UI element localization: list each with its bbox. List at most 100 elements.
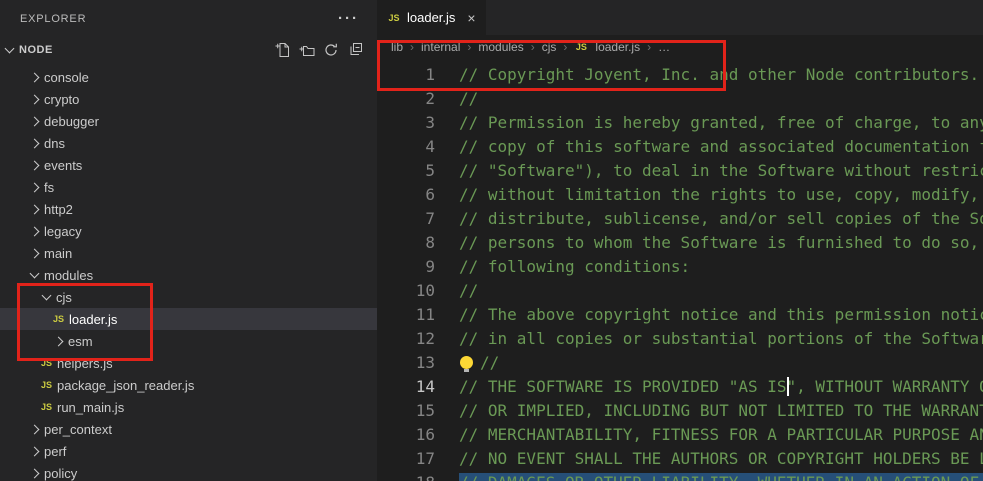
breadcrumb-item-modules[interactable]: modules bbox=[478, 40, 523, 54]
tree-item-modules[interactable]: modules bbox=[0, 264, 377, 286]
tree-item-policy[interactable]: policy bbox=[0, 462, 377, 481]
js-file-icon: JS bbox=[38, 380, 55, 390]
line-number: 4 bbox=[377, 135, 435, 159]
tree-item-esm[interactable]: esm bbox=[0, 330, 377, 352]
chevron-right-icon bbox=[50, 338, 66, 345]
line-number: 17 bbox=[377, 447, 435, 471]
code-line-15[interactable]: 15// OR IMPLIED, INCLUDING BUT NOT LIMIT… bbox=[377, 399, 983, 423]
editor-group: JS loader.js × lib › internal › modules › cjs ›… bbox=[377, 0, 983, 481]
breadcrumb-separator: › bbox=[563, 40, 567, 54]
section-actions bbox=[275, 42, 363, 58]
breadcrumb-item-internal[interactable]: internal bbox=[421, 40, 460, 54]
tree-item-per-context[interactable]: per_context bbox=[0, 418, 377, 440]
code-line-18[interactable]: 18 // DAMAGES OR OTHER LIABILITY, WHETHER… bbox=[377, 471, 983, 481]
line-number: 7 bbox=[377, 207, 435, 231]
code-line-1[interactable]: 1 // Copyright Joyent, Inc. and other Nod… bbox=[377, 63, 983, 87]
code-text: // bbox=[435, 87, 478, 111]
tree-item-package-json-reader-js[interactable]: JSpackage_json_reader.js bbox=[0, 374, 377, 396]
code-text: // NO EVENT SHALL THE AUTHORS OR COPYRIG… bbox=[435, 447, 983, 471]
breadcrumb-separator: › bbox=[647, 40, 651, 54]
breadcrumb-item-cjs[interactable]: cjs bbox=[542, 40, 557, 54]
tree-item-legacy[interactable]: legacy bbox=[0, 220, 377, 242]
line-number: 16 bbox=[377, 423, 435, 447]
code-line-16[interactable]: 16// MERCHANTABILITY, FITNESS FOR A PART… bbox=[377, 423, 983, 447]
code-line-6[interactable]: 6// without limitation the rights to use… bbox=[377, 183, 983, 207]
code-line-12[interactable]: 12// in all copies or substantial portio… bbox=[377, 327, 983, 351]
chevron-right-icon bbox=[26, 118, 42, 125]
comment-text: // THE SOFTWARE IS PROVIDED "AS IS", WIT… bbox=[459, 377, 983, 396]
tree-item-events[interactable]: events bbox=[0, 154, 377, 176]
comment-text: // persons to whom the Software is furni… bbox=[459, 233, 983, 252]
line-number: 1 bbox=[377, 63, 435, 87]
chevron-right-icon bbox=[26, 162, 42, 169]
explorer-sidebar: EXPLORER ··· NODE consolecrypt bbox=[0, 0, 377, 481]
chevron-right-icon bbox=[26, 448, 42, 455]
breadcrumb-item--[interactable]: … bbox=[658, 40, 670, 54]
lightbulb-icon[interactable] bbox=[460, 356, 473, 369]
tree-item-label: http2 bbox=[44, 202, 73, 217]
close-icon[interactable]: × bbox=[467, 10, 475, 26]
line-number: 11 bbox=[377, 303, 435, 327]
tree-item-crypto[interactable]: crypto bbox=[0, 88, 377, 110]
chevron-right-icon bbox=[26, 470, 42, 477]
code-line-14[interactable]: 14// THE SOFTWARE IS PROVIDED "AS IS", W… bbox=[377, 375, 983, 399]
chevron-right-icon bbox=[26, 426, 42, 433]
section-header-node[interactable]: NODE bbox=[0, 38, 377, 62]
line-number: 8 bbox=[377, 231, 435, 255]
line-number: 5 bbox=[377, 159, 435, 183]
breadcrumb-item-lib[interactable]: lib bbox=[391, 40, 403, 54]
tree-item-label: fs bbox=[44, 180, 54, 195]
tree-item-fs[interactable]: fs bbox=[0, 176, 377, 198]
js-file-icon: JS bbox=[387, 13, 401, 23]
breadcrumb-separator: › bbox=[531, 40, 535, 54]
code-text: // DAMAGES OR OTHER LIABILITY, WHETHER I… bbox=[435, 471, 983, 481]
tree-item-cjs[interactable]: cjs bbox=[0, 286, 377, 308]
tab-loader-js[interactable]: JS loader.js × bbox=[377, 0, 486, 35]
code-line-9[interactable]: 9 // following conditions: bbox=[377, 255, 983, 279]
code-editor[interactable]: 1 // Copyright Joyent, Inc. and other Nod… bbox=[377, 59, 983, 481]
selected-comment-text: // DAMAGES OR OTHER LIABILITY, WHETHER I… bbox=[459, 473, 983, 481]
new-file-icon[interactable] bbox=[275, 42, 291, 58]
code-line-10[interactable]: 10// bbox=[377, 279, 983, 303]
line-number: 18 bbox=[377, 471, 435, 481]
tree-item-main[interactable]: main bbox=[0, 242, 377, 264]
line-number: 9 bbox=[377, 255, 435, 279]
tree-item-label: per_context bbox=[44, 422, 112, 437]
tree-item-console[interactable]: console bbox=[0, 66, 377, 88]
code-line-17[interactable]: 17// NO EVENT SHALL THE AUTHORS OR COPYR… bbox=[377, 447, 983, 471]
tree-item-helpers-js[interactable]: JShelpers.js bbox=[0, 352, 377, 374]
tree-item-loader-js[interactable]: JSloader.js bbox=[0, 308, 377, 330]
tree-item-run-main-js[interactable]: JSrun_main.js bbox=[0, 396, 377, 418]
tree-item-debugger[interactable]: debugger bbox=[0, 110, 377, 132]
tree-item-http2[interactable]: http2 bbox=[0, 198, 377, 220]
tree-item-label: console bbox=[44, 70, 89, 85]
comment-text: // OR IMPLIED, INCLUDING BUT NOT LIMITED… bbox=[459, 401, 983, 420]
code-line-13[interactable]: 13// bbox=[377, 351, 983, 375]
tree-item-perf[interactable]: perf bbox=[0, 440, 377, 462]
refresh-icon[interactable] bbox=[323, 42, 339, 58]
tree-item-label: dns bbox=[44, 136, 65, 151]
code-line-11[interactable]: 11// The above copyright notice and this… bbox=[377, 303, 983, 327]
code-line-5[interactable]: 5// "Software"), to deal in the Software… bbox=[377, 159, 983, 183]
code-line-7[interactable]: 7// distribute, sublicense, and/or sell … bbox=[377, 207, 983, 231]
code-line-3[interactable]: 3// Permission is hereby granted, free o… bbox=[377, 111, 983, 135]
line-number: 3 bbox=[377, 111, 435, 135]
comment-text: // bbox=[459, 281, 478, 300]
tree-item-label: loader.js bbox=[69, 312, 117, 327]
code-line-8[interactable]: 8 // persons to whom the Software is furn… bbox=[377, 231, 983, 255]
comment-text: // following conditions: bbox=[459, 257, 690, 276]
chevron-right-icon bbox=[26, 250, 42, 257]
comment-text: // Copyright Joyent, Inc. and other Node… bbox=[459, 65, 979, 84]
chevron-right-icon bbox=[26, 228, 42, 235]
new-folder-icon[interactable] bbox=[299, 42, 315, 58]
code-line-2[interactable]: 2// bbox=[377, 87, 983, 111]
breadcrumb-separator: › bbox=[467, 40, 471, 54]
code-text: // MERCHANTABILITY, FITNESS FOR A PARTIC… bbox=[435, 423, 983, 447]
tree-item-label: legacy bbox=[44, 224, 82, 239]
breadcrumb-item-loader-js[interactable]: loader.js bbox=[595, 40, 640, 54]
code-line-4[interactable]: 4// copy of this software and associated… bbox=[377, 135, 983, 159]
more-actions-icon[interactable]: ··· bbox=[338, 14, 359, 24]
tree-item-dns[interactable]: dns bbox=[0, 132, 377, 154]
collapse-all-icon[interactable] bbox=[347, 42, 363, 58]
js-file-icon: JS bbox=[574, 42, 588, 52]
